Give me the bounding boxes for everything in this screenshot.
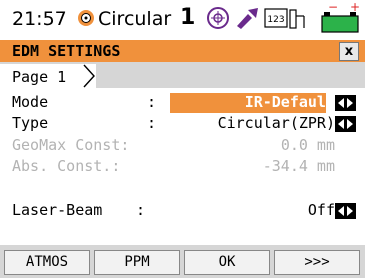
- type-row: Type : Circular(ZPR): [0, 114, 365, 134]
- level-icon[interactable]: [206, 6, 230, 30]
- ppm-button[interactable]: PPM: [94, 250, 180, 275]
- type-value[interactable]: Circular(ZPR): [218, 114, 335, 132]
- laser-beam-label: Laser-Beam: [12, 201, 103, 219]
- dialog-title-bar: EDM SETTINGS x: [0, 40, 365, 62]
- laser-beam-row: Laser-Beam : Off: [0, 201, 365, 221]
- mode-toggle-arrows-icon[interactable]: [335, 95, 356, 111]
- mode-colon: :: [147, 93, 157, 111]
- tab-page-1[interactable]: Page 1: [0, 64, 96, 88]
- face-indicator: 1: [180, 5, 196, 30]
- keyboard-123-icon[interactable]: 123: [264, 8, 288, 28]
- chevron-right-icon: [83, 64, 95, 88]
- measure-mode-label: Circular: [98, 8, 172, 30]
- close-button[interactable]: x: [339, 42, 359, 61]
- clock-time: 21:57: [12, 8, 67, 30]
- mode-value[interactable]: IR-Default: [245, 93, 335, 111]
- geomax-const-value: 0.0 mm: [280, 136, 335, 154]
- softkey-bar: ATMOS PPM OK >>>: [0, 245, 365, 278]
- status-bar: 21:57 Circular 1 123 − +: [0, 0, 365, 36]
- abs-const-row: Abs. Const.: -34.4 mm: [0, 157, 365, 177]
- laser-beam-toggle-arrows-icon[interactable]: [335, 203, 356, 219]
- atmos-button[interactable]: ATMOS: [4, 250, 90, 275]
- battery-icon: − +: [321, 2, 360, 33]
- more-button[interactable]: >>>: [274, 250, 360, 275]
- svg-text:123: 123: [267, 15, 284, 25]
- tab-bar: Page 1: [0, 62, 365, 88]
- type-label: Type: [12, 114, 49, 132]
- type-toggle-arrows-icon[interactable]: [335, 116, 356, 132]
- abs-const-value: -34.4 mm: [262, 157, 335, 175]
- laser-icon[interactable]: [234, 6, 260, 30]
- type-colon: :: [147, 114, 157, 132]
- compensator-icon: [289, 9, 305, 29]
- page-title: EDM SETTINGS: [12, 42, 121, 60]
- sun-icon: [78, 10, 94, 26]
- geomax-const-row: GeoMax Const: 0.0 mm: [0, 136, 365, 156]
- laser-beam-colon: :: [136, 201, 146, 219]
- mode-label: Mode: [12, 93, 49, 111]
- ok-button[interactable]: OK: [184, 250, 270, 275]
- tab-label: Page 1: [12, 68, 67, 86]
- mode-row: Mode : IR-Default: [0, 93, 365, 113]
- geomax-const-label: GeoMax Const:: [12, 136, 130, 154]
- laser-beam-value[interactable]: Off: [308, 201, 335, 219]
- abs-const-label: Abs. Const.:: [12, 157, 121, 175]
